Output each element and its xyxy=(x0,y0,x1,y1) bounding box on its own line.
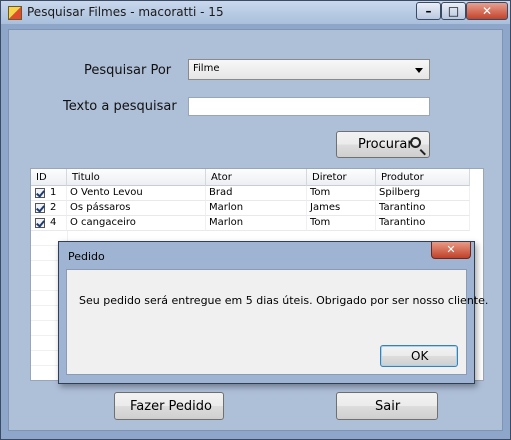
table-row-cell-id[interactable]: 4 xyxy=(31,216,67,231)
table-cell-ator[interactable]: Marlon xyxy=(206,201,307,216)
close-button[interactable]: ✕ xyxy=(466,2,508,20)
dialog-message: Seu pedido será entregue em 5 dias úteis… xyxy=(79,294,489,307)
dialog-body: Seu pedido será entregue em 5 dias úteis… xyxy=(66,269,488,375)
row-checkbox[interactable] xyxy=(35,218,45,228)
column-header-titulo[interactable]: Titulo xyxy=(67,169,206,186)
search-icon xyxy=(410,137,421,148)
table-cell-diretor[interactable]: Tom xyxy=(307,216,376,231)
column-header-id[interactable]: ID xyxy=(31,169,67,186)
table-cell-titulo[interactable]: O Vento Levou xyxy=(67,186,206,201)
search-by-combo[interactable]: Filme xyxy=(188,59,430,80)
table-row-cell-id[interactable]: 1 xyxy=(31,186,67,201)
exit-label: Sair xyxy=(375,399,401,414)
app-icon[interactable] xyxy=(8,6,22,20)
maximize-button[interactable]: □ xyxy=(441,2,466,20)
table-cell-titulo[interactable]: Os pássaros xyxy=(67,201,206,216)
search-text-input[interactable] xyxy=(188,97,430,116)
table-cell-ator[interactable]: Brad xyxy=(206,186,307,201)
table-cell-diretor[interactable]: James xyxy=(307,201,376,216)
table-cell-titulo[interactable]: O cangaceiro xyxy=(67,216,206,231)
table-cell-produtor[interactable]: Tarantino xyxy=(376,201,470,216)
search-by-label: Pesquisar Por xyxy=(84,63,172,78)
search-button[interactable]: Procurar xyxy=(336,131,430,158)
dialog-title: Pedido xyxy=(68,250,105,263)
place-order-button[interactable]: Fazer Pedido xyxy=(114,392,224,420)
table-cell-ator[interactable]: Marlon xyxy=(206,216,307,231)
table-cell-produtor[interactable]: Tarantino xyxy=(376,216,470,231)
column-header-produtor[interactable]: Produtor xyxy=(376,169,470,186)
chevron-down-icon[interactable] xyxy=(415,68,423,73)
row-id: 2 xyxy=(50,202,57,213)
exit-button[interactable]: Sair xyxy=(336,392,438,420)
place-order-label: Fazer Pedido xyxy=(130,399,212,414)
table-row-cell-id[interactable]: 2 xyxy=(31,201,67,216)
row-checkbox[interactable] xyxy=(35,188,45,198)
dialog-close-button[interactable]: ✕ xyxy=(431,242,471,259)
title-bar[interactable]: Pesquisar Filmes - macoratti - 15 – □ ✕ xyxy=(1,1,510,24)
search-by-value: Filme xyxy=(193,63,220,74)
row-checkbox[interactable] xyxy=(35,203,45,213)
table-cell-produtor[interactable]: Spilberg xyxy=(376,186,470,201)
column-header-diretor[interactable]: Diretor xyxy=(307,169,376,186)
column-header-ator[interactable]: Ator xyxy=(206,169,307,186)
window-title: Pesquisar Filmes - macoratti - 15 xyxy=(27,5,224,19)
table-cell-diretor[interactable]: Tom xyxy=(307,186,376,201)
minimize-button[interactable]: – xyxy=(416,2,441,20)
ok-button[interactable]: OK xyxy=(380,345,458,367)
row-id: 4 xyxy=(50,217,57,228)
ok-label: OK xyxy=(411,349,429,363)
search-text-label: Texto a pesquisar xyxy=(63,99,177,114)
search-button-label: Procurar xyxy=(358,137,413,152)
row-id: 1 xyxy=(50,187,57,198)
order-dialog: Pedido ✕ Seu pedido será entregue em 5 d… xyxy=(58,241,488,384)
